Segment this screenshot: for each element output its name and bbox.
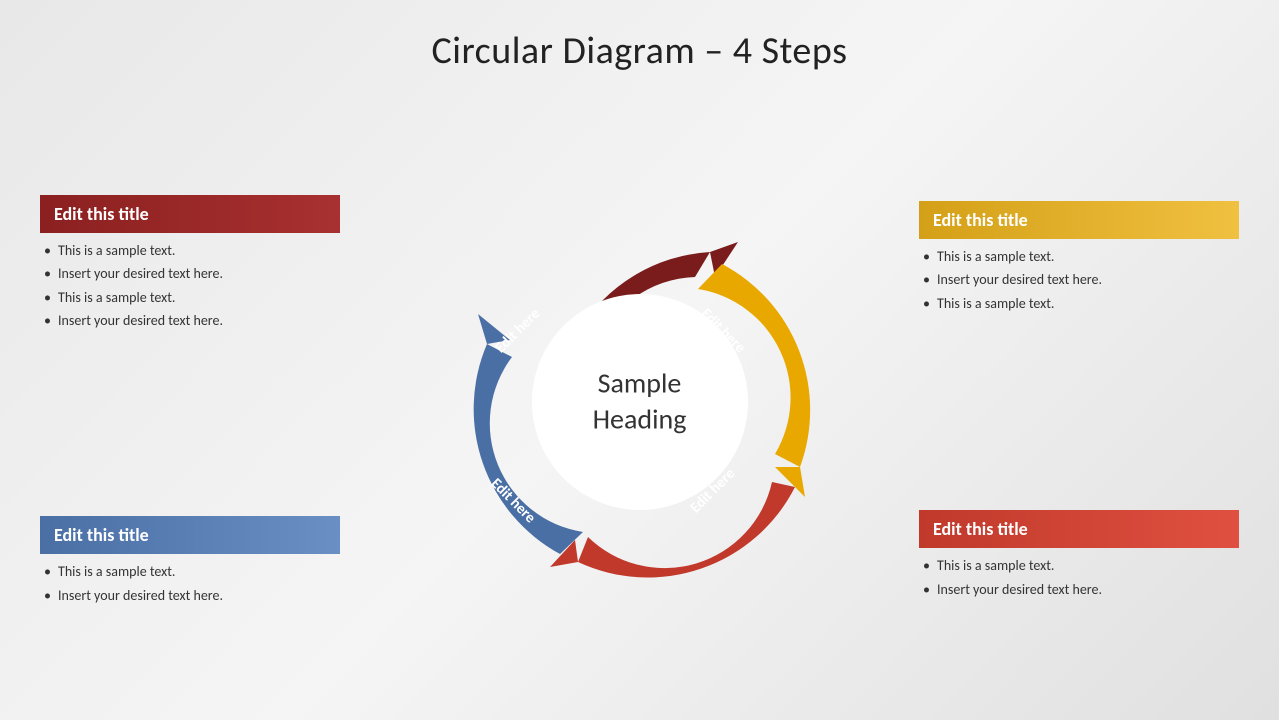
panel-top-right-title[interactable]: Edit this title bbox=[919, 201, 1239, 239]
panel-bottom-right-title[interactable]: Edit this title bbox=[919, 510, 1239, 548]
bullet-item: This is a sample text. bbox=[44, 241, 336, 261]
center-heading-line2: Heading bbox=[593, 402, 687, 437]
main-title: Circular Diagram – 4 Steps bbox=[432, 28, 848, 74]
panel-top-right: Edit this title This is a sample text. I… bbox=[919, 201, 1239, 318]
bullet-item: This is a sample text. bbox=[923, 556, 1235, 576]
right-panels: Edit this title This is a sample text. I… bbox=[919, 84, 1239, 720]
center-heading: Sample Heading bbox=[593, 366, 687, 439]
bullet-item: This is a sample text. bbox=[44, 562, 336, 582]
center-heading-line1: Sample bbox=[598, 366, 682, 401]
panel-bottom-right: Edit this title This is a sample text. I… bbox=[919, 510, 1239, 603]
panel-bottom-left-title[interactable]: Edit this title bbox=[40, 516, 340, 554]
panel-top-right-bullets: This is a sample text. Insert your desir… bbox=[919, 247, 1239, 318]
slide: Circular Diagram – 4 Steps Edit this tit… bbox=[0, 0, 1279, 720]
svg-text:Edit here: Edit here bbox=[430, 192, 490, 197]
panel-bottom-left: Edit this title This is a sample text. I… bbox=[40, 516, 340, 609]
bullet-item: Insert your desired text here. bbox=[923, 270, 1235, 290]
panel-top-left-title[interactable]: Edit this title bbox=[40, 195, 340, 233]
bullet-item: This is a sample text. bbox=[923, 247, 1235, 267]
left-panels: Edit this title This is a sample text. I… bbox=[40, 84, 340, 720]
panel-bottom-left-bullets: This is a sample text. Insert your desir… bbox=[40, 562, 340, 609]
bullet-item: This is a sample text. bbox=[923, 294, 1235, 314]
panel-bottom-right-bullets: This is a sample text. Insert your desir… bbox=[919, 556, 1239, 603]
panel-top-left-bullets: This is a sample text. Insert your desir… bbox=[40, 241, 340, 335]
bullet-item: Insert your desired text here. bbox=[44, 311, 336, 331]
bullet-item: This is a sample text. bbox=[44, 288, 336, 308]
bullet-item: Insert your desired text here. bbox=[44, 586, 336, 606]
bullet-item: Insert your desired text here. bbox=[44, 264, 336, 284]
content-area: Edit this title This is a sample text. I… bbox=[0, 84, 1279, 720]
bullet-item: Insert your desired text here. bbox=[923, 580, 1235, 600]
circle-diagram: Edit here Edit here Edit here Edit here … bbox=[430, 192, 850, 612]
panel-top-left: Edit this title This is a sample text. I… bbox=[40, 195, 340, 335]
